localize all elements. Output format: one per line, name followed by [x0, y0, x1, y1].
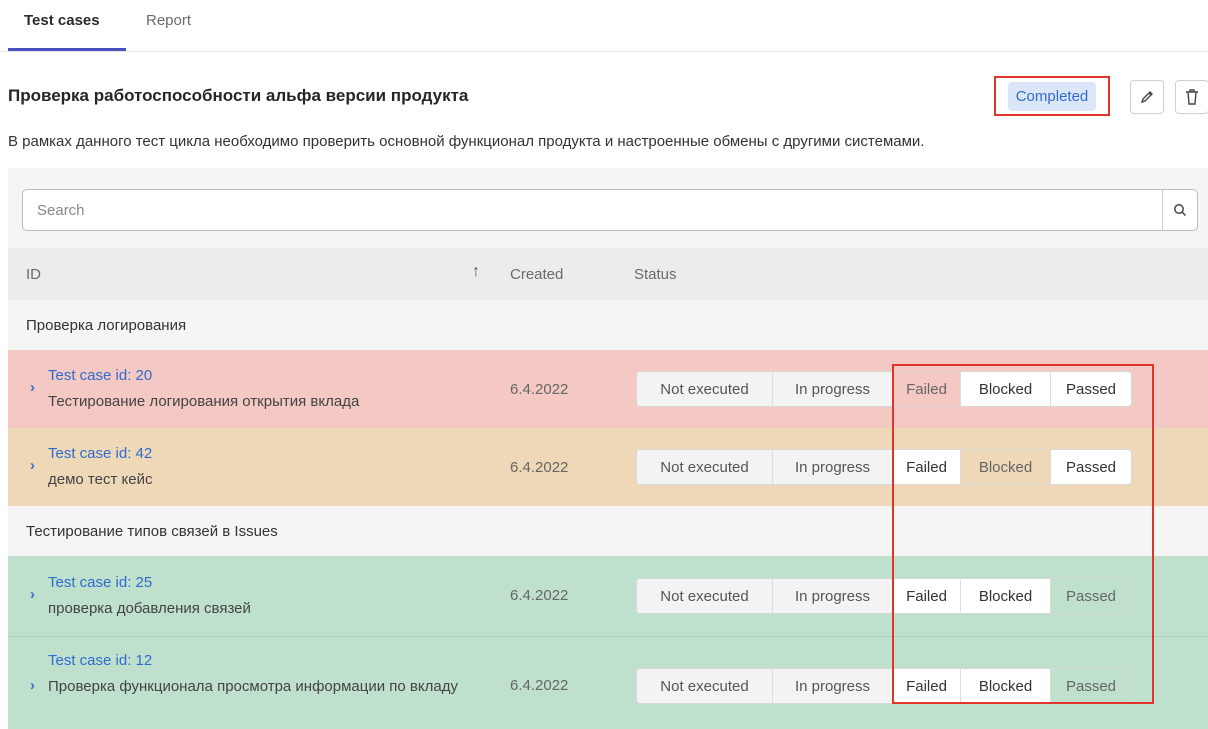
test-case-description: проверка добавления связей [48, 600, 251, 617]
chevron-right-icon[interactable]: › [30, 457, 35, 474]
group-label: Тестирование типов связей в Issues [26, 523, 278, 540]
arrow-up-icon[interactable]: ↑ [472, 263, 480, 281]
tab-test-cases[interactable]: Test cases [24, 12, 100, 29]
test-case-link[interactable]: Test case id: 25 [48, 574, 152, 591]
delete-button[interactable] [1175, 80, 1208, 114]
search-button[interactable] [1163, 190, 1197, 230]
cycle-description: В рамках данного тест цикла необходимо п… [8, 133, 925, 150]
status-in-progress[interactable]: In progress [773, 579, 893, 613]
test-case-link[interactable]: Test case id: 12 [48, 652, 152, 669]
status-not-executed[interactable]: Not executed [637, 450, 773, 484]
status-not-executed[interactable]: Not executed [637, 372, 773, 406]
tab-bar: Test cases Report [0, 0, 1208, 52]
created-date: 6.4.2022 [510, 381, 569, 398]
created-date: 6.4.2022 [510, 459, 569, 476]
page-title: Проверка работоспособности альфа версии … [8, 86, 469, 105]
column-header-created[interactable]: Created [510, 266, 563, 283]
column-header-id[interactable]: ID [26, 266, 41, 283]
search-icon [1174, 204, 1187, 217]
group-label: Проверка логирования [26, 317, 187, 334]
table-header [8, 248, 1208, 300]
chevron-right-icon[interactable]: › [30, 379, 35, 396]
test-case-description: Тестирование логирования открытия вклада [48, 393, 360, 410]
edit-button[interactable] [1130, 80, 1164, 114]
status-not-executed[interactable]: Not executed [637, 669, 773, 703]
status-in-progress[interactable]: In progress [773, 372, 893, 406]
column-header-status: Status [634, 266, 677, 283]
status-not-executed[interactable]: Not executed [637, 579, 773, 613]
trash-icon [1186, 89, 1198, 105]
status-highlight-box: Completed [994, 76, 1110, 116]
tab-report[interactable]: Report [146, 12, 191, 29]
chevron-right-icon[interactable]: › [30, 677, 35, 694]
test-case-link[interactable]: Test case id: 42 [48, 445, 152, 462]
chevron-right-icon[interactable]: › [30, 586, 35, 603]
group-row [8, 300, 1208, 350]
status-in-progress[interactable]: In progress [773, 450, 893, 484]
created-date: 6.4.2022 [510, 677, 569, 694]
status-badge[interactable]: Completed [1007, 81, 1097, 111]
active-tab-indicator [8, 48, 126, 51]
status-in-progress[interactable]: In progress [773, 669, 893, 703]
status-options-highlight [892, 364, 1154, 704]
test-case-description: демо тест кейс [48, 471, 153, 488]
test-case-link[interactable]: Test case id: 20 [48, 367, 152, 384]
test-case-description: Проверка функционала просмотра информаци… [48, 678, 458, 695]
search-input[interactable] [37, 200, 1137, 220]
created-date: 6.4.2022 [510, 587, 569, 604]
search-box [22, 189, 1198, 231]
pencil-icon [1140, 91, 1153, 104]
